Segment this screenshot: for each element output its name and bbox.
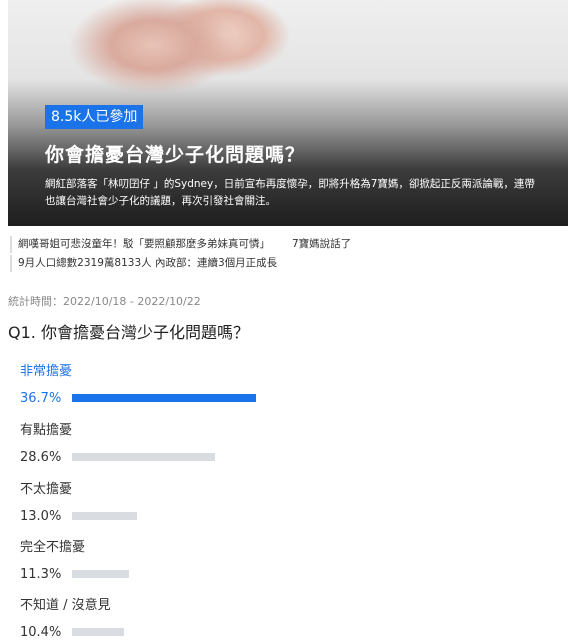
option-label[interactable]: 非常擔憂 [20, 362, 500, 382]
hero-description: 網紅部落客「林叨囝仔 」的Sydney，日前宣布再度懷孕，即將升格為7寶媽，卻掀… [45, 178, 535, 207]
option-result-row: 36.7% [20, 388, 500, 408]
option-result-row: 10.4% [20, 622, 500, 642]
option-result-bar-fill [72, 570, 129, 578]
option-result-row: 28.6% [20, 447, 500, 467]
option-result-bar [72, 394, 256, 402]
option-result-bar-fill [72, 453, 215, 461]
statistics-period: 統計時間：2022/10/18 - 2022/10/22 [8, 295, 201, 308]
participants-badge: 8.5k人已參加 [45, 105, 144, 129]
option-percentage: 36.7% [20, 390, 62, 406]
related-article-title[interactable]: 網嘆哥姐可悲沒童年！駁「要照顧那麼多弟妹真可憐」 [18, 238, 270, 250]
related-articles: 網嘆哥姐可悲沒童年！駁「要照顧那麼多弟妹真可憐」 7寶媽說話了 9月人口總數231… [10, 236, 351, 274]
option-result-bar-fill [72, 512, 137, 520]
option-result-bar [72, 628, 124, 636]
option-result-row: 13.0% [20, 506, 500, 526]
option-percentage: 11.3% [20, 566, 62, 582]
related-article-link[interactable]: 網嘆哥姐可悲沒童年！駁「要照顧那麼多弟妹真可憐」 7寶媽說話了 [10, 236, 351, 253]
option-label[interactable]: 完全不擔憂 [20, 538, 500, 558]
hero-title: 你會擔憂台灣少子化問題嗎？ [45, 144, 306, 166]
option-result-bar-fill [72, 394, 256, 402]
option-result-bar [72, 512, 137, 520]
option-result-row: 11.3% [20, 564, 500, 584]
option-label[interactable]: 不知道 / 沒意見 [20, 596, 500, 616]
option-percentage: 10.4% [20, 624, 62, 640]
option-percentage: 13.0% [20, 508, 62, 524]
related-article-link[interactable]: 9月人口總數2319萬8133人 內政部：連續3個月正成長 [10, 255, 351, 272]
related-article-title[interactable]: 9月人口總數2319萬8133人 內政部：連續3個月正成長 [18, 257, 277, 269]
option-result-bar-fill [72, 628, 124, 636]
poll-option[interactable]: 不太擔憂 13.0% [20, 480, 500, 526]
related-article-title-cont[interactable]: 7寶媽說話了 [292, 238, 351, 250]
option-label[interactable]: 有點擔憂 [20, 421, 500, 441]
question-title: Q1. 你會擔憂台灣少子化問題嗎？ [8, 323, 249, 342]
poll-option[interactable]: 有點擔憂 28.6% [20, 421, 500, 467]
option-percentage: 28.6% [20, 449, 62, 465]
hero-banner: 8.5k人已參加 你會擔憂台灣少子化問題嗎？ 網紅部落客「林叨囝仔 」的Sydn… [8, 0, 568, 226]
poll-option[interactable]: 不知道 / 沒意見 10.4% [20, 596, 500, 642]
option-result-bar [72, 453, 215, 461]
option-label[interactable]: 不太擔憂 [20, 480, 500, 500]
option-result-bar [72, 570, 129, 578]
poll-option[interactable]: 完全不擔憂 11.3% [20, 538, 500, 584]
poll-option[interactable]: 非常擔憂 36.7% [20, 362, 500, 408]
